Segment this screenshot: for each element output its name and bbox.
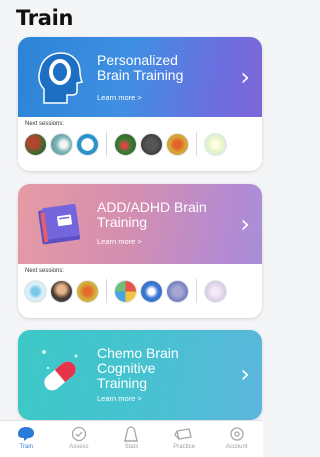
session-game-icon[interactable] <box>24 279 47 303</box>
next-sessions: Next sessions: <box>18 117 262 171</box>
session-game-icon[interactable] <box>140 279 163 303</box>
chemo-brain-training-card[interactable]: Chemo Brain Cognitive Training Learn mor… <box>18 330 262 420</box>
session-game-icon[interactable] <box>166 279 189 303</box>
card-banner[interactable]: ADD/ADHD Brain Training Learn more > › <box>18 184 262 264</box>
session-game-icon[interactable] <box>50 279 73 303</box>
add-adhd-training-card[interactable]: ADD/ADHD Brain Training Learn more > › N… <box>18 184 262 318</box>
stats-icon <box>124 426 139 442</box>
personalized-training-card[interactable]: Personalized Brain Training Learn more >… <box>18 37 262 171</box>
session-game-icon[interactable] <box>204 132 227 156</box>
session-game-icon[interactable] <box>76 132 99 156</box>
tab-stats[interactable]: Stats <box>107 426 155 450</box>
card-title-line: Brain Training <box>97 67 184 83</box>
card-title: Personalized Brain Training <box>97 53 227 83</box>
session-divider <box>106 279 107 303</box>
next-sessions-label: Next sessions: <box>25 121 65 127</box>
tab-account[interactable]: Account <box>213 426 261 450</box>
tab-train[interactable]: Train <box>2 426 50 450</box>
session-game-icon[interactable] <box>114 132 137 156</box>
next-sessions: Next sessions: <box>18 264 262 318</box>
learn-more-link[interactable]: Learn more > <box>97 394 142 403</box>
card-title-line: Training <box>97 214 148 230</box>
head-profile-icon <box>36 49 84 105</box>
learn-more-link[interactable]: Learn more > <box>97 237 142 246</box>
account-icon <box>230 427 244 441</box>
tab-practice[interactable]: Practice <box>160 426 208 450</box>
pill-capsule-icon <box>36 342 84 398</box>
session-divider <box>196 279 197 303</box>
assess-icon <box>71 426 87 442</box>
card-title-line: Chemo Brain <box>97 345 179 361</box>
card-title: ADD/ADHD Brain Training <box>97 200 227 230</box>
session-game-icon[interactable] <box>166 132 189 156</box>
chevron-right-icon[interactable]: › <box>240 210 250 238</box>
tab-label: Train <box>19 444 34 450</box>
tab-label: Assess <box>69 444 89 450</box>
books-icon <box>36 196 84 252</box>
tab-label: Stats <box>124 444 139 450</box>
tab-label: Practice <box>173 444 195 450</box>
card-title-line: Training <box>97 375 148 391</box>
card-banner[interactable]: Personalized Brain Training Learn more >… <box>18 37 262 117</box>
card-title: Chemo Brain Cognitive Training <box>97 346 227 391</box>
next-sessions-label: Next sessions: <box>25 268 65 274</box>
session-list <box>24 279 230 303</box>
session-list <box>24 132 230 156</box>
bottom-tab-bar: Train Assess Stats Practice Account <box>0 420 263 457</box>
card-banner[interactable]: Chemo Brain Cognitive Training Learn mor… <box>18 330 262 420</box>
tab-assess[interactable]: Assess <box>55 426 103 450</box>
session-game-icon[interactable] <box>204 279 227 303</box>
page-title: Train <box>16 6 74 30</box>
practice-icon <box>174 428 192 440</box>
session-game-icon[interactable] <box>50 132 73 156</box>
session-game-icon[interactable] <box>140 132 163 156</box>
session-divider <box>196 132 197 156</box>
session-game-icon[interactable] <box>76 279 99 303</box>
card-title-line: ADD/ADHD Brain <box>97 199 207 215</box>
learn-more-link[interactable]: Learn more > <box>97 93 142 102</box>
chevron-right-icon[interactable]: › <box>240 63 250 91</box>
card-title-line: Personalized <box>97 52 178 68</box>
card-title-line: Cognitive <box>97 360 156 376</box>
chevron-right-icon[interactable]: › <box>240 360 250 388</box>
session-game-icon[interactable] <box>24 132 47 156</box>
session-divider <box>106 132 107 156</box>
session-game-icon[interactable] <box>114 279 137 303</box>
tab-label: Account <box>225 444 248 450</box>
train-icon <box>18 427 35 441</box>
